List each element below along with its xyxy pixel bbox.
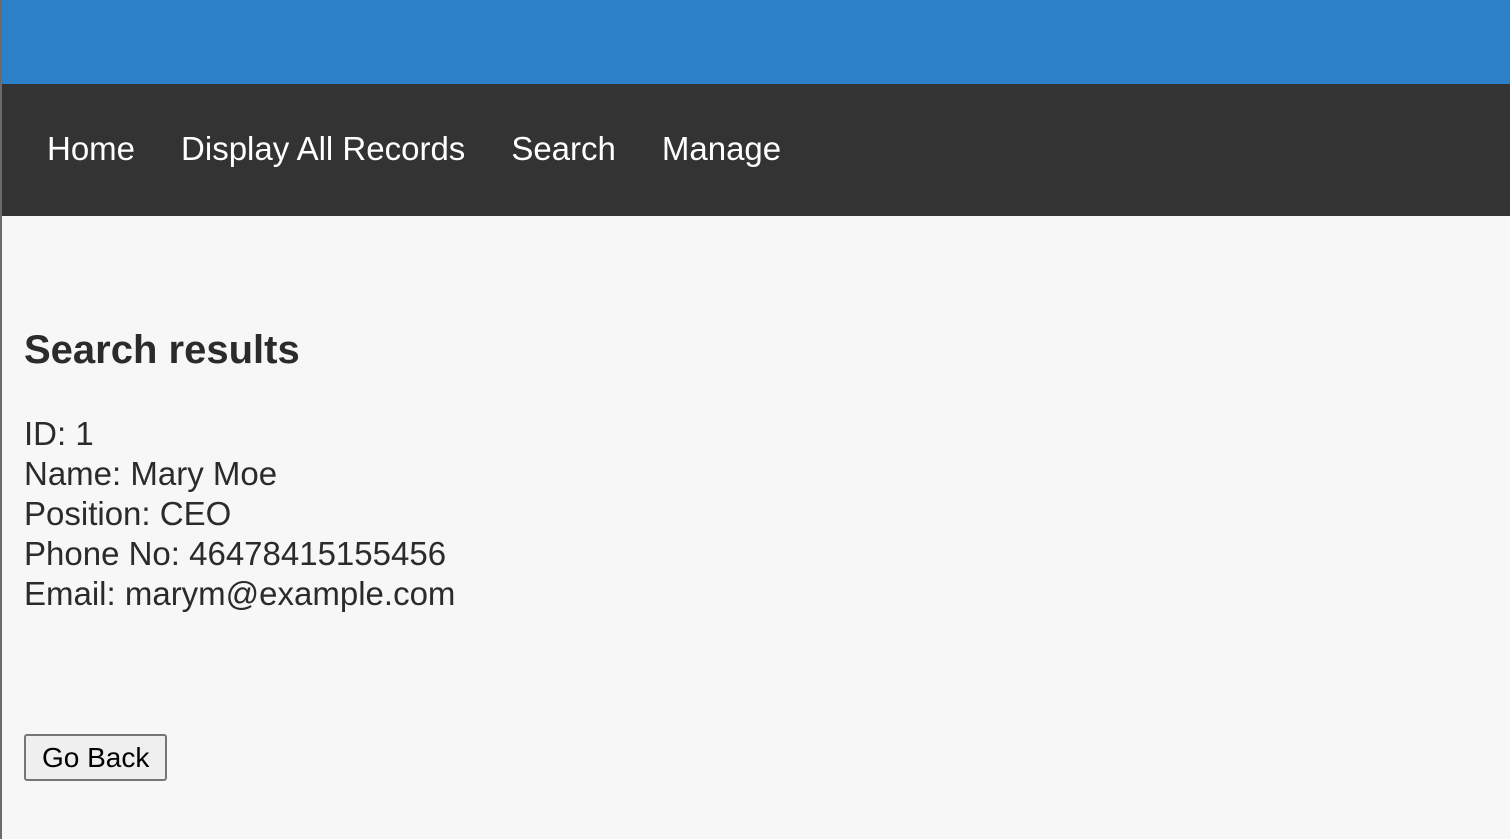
page: Home Display All Records Search Manage S…: [0, 0, 1510, 839]
nav-bar: Home Display All Records Search Manage: [2, 84, 1510, 216]
nav-link-manage[interactable]: Manage: [639, 132, 804, 165]
record-email: Email: marym@example.com: [24, 575, 456, 612]
record-name: Name: Mary Moe: [24, 455, 278, 492]
nav-link-search[interactable]: Search: [488, 132, 639, 165]
go-back-button[interactable]: Go Back: [24, 734, 168, 781]
record-id: ID: 1: [24, 415, 94, 452]
record-phone: Phone No: 46478415155456: [24, 535, 447, 572]
search-result-record: ID: 1 Name: Mary Moe Position: CEO Phone…: [24, 414, 1510, 614]
page-title: Search results: [24, 328, 300, 372]
nav-link-home[interactable]: Home: [24, 132, 158, 165]
main-content: Search results ID: 1 Name: Mary Moe Posi…: [2, 216, 1510, 614]
nav-link-display-all-records[interactable]: Display All Records: [158, 132, 488, 165]
top-banner: [2, 0, 1510, 84]
record-position: Position: CEO: [24, 495, 232, 532]
